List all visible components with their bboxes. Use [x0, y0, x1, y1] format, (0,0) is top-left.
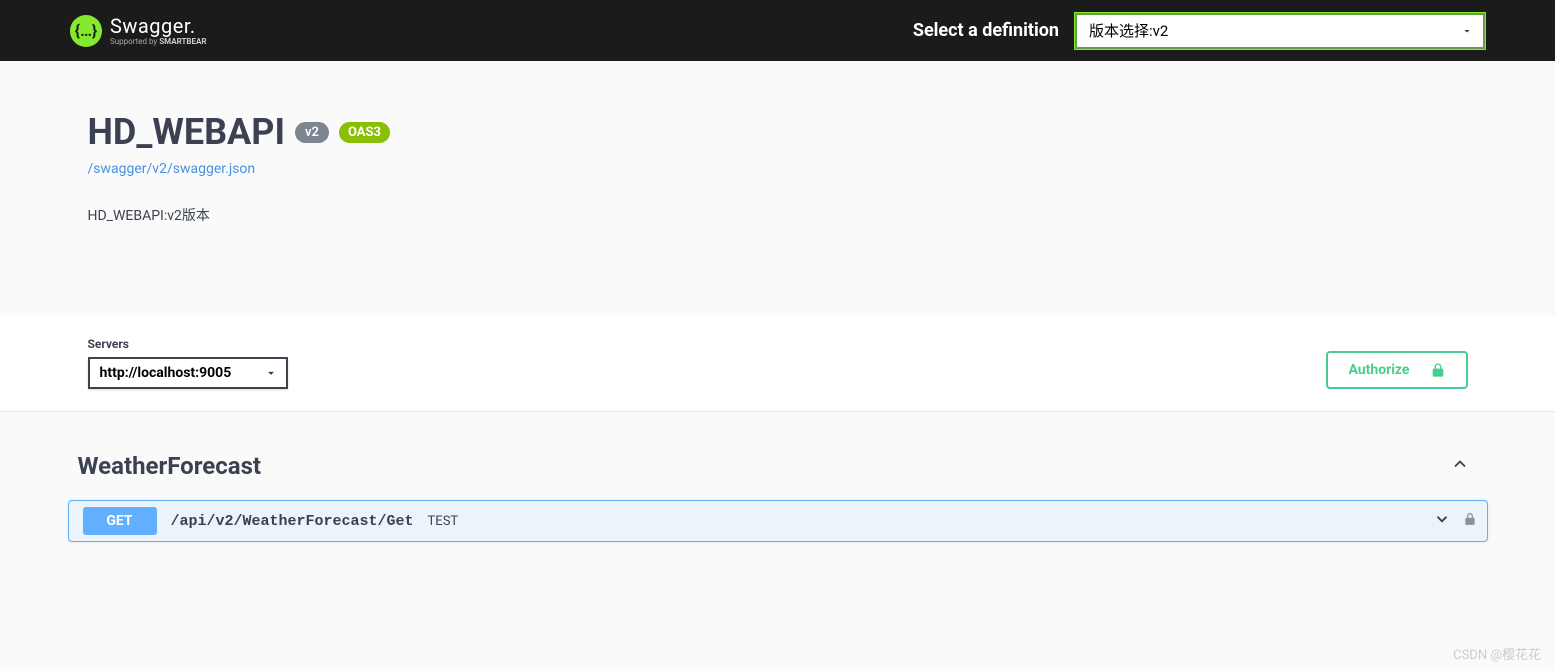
chevron-up-icon: [1450, 454, 1488, 478]
scheme-section: Servers http://localhost:9005 Authorize: [0, 315, 1555, 412]
tag-weatherforecast[interactable]: WeatherForecast: [68, 442, 1488, 490]
definition-select[interactable]: 版本选择:v2: [1075, 13, 1485, 49]
topbar: {…} Swagger. Supported by SMARTBEAR Sele…: [0, 0, 1555, 61]
operation-get-weatherforecast[interactable]: GET /api/v2/WeatherForecast/Get TEST: [68, 500, 1488, 542]
api-title: HD_WEBAPI v2 OAS3: [88, 111, 1468, 153]
api-info: HD_WEBAPI v2 OAS3 /swagger/v2/swagger.js…: [88, 61, 1468, 255]
oas-badge: OAS3: [339, 122, 390, 143]
swagger-logo[interactable]: {…} Swagger. Supported by SMARTBEAR: [70, 15, 207, 47]
lock-icon: [1430, 361, 1446, 379]
tag-name: WeatherForecast: [78, 452, 262, 480]
operation-summary: TEST: [428, 514, 459, 529]
authorize-button[interactable]: Authorize: [1326, 351, 1467, 389]
logo-subtext: Supported by SMARTBEAR: [110, 38, 207, 46]
chevron-down-icon[interactable]: [1433, 510, 1451, 532]
method-badge: GET: [83, 507, 157, 535]
operation-path: /api/v2/WeatherForecast/Get: [171, 513, 414, 530]
spec-url-link[interactable]: /swagger/v2/swagger.json: [88, 161, 256, 177]
lock-icon[interactable]: [1463, 511, 1477, 531]
swagger-logo-icon: {…}: [70, 15, 102, 47]
watermark: CSDN @樱花花: [1453, 644, 1541, 663]
version-badge: v2: [295, 122, 329, 143]
definition-selector-group: Select a definition 版本选择:v2: [913, 13, 1485, 49]
select-definition-label: Select a definition: [913, 20, 1059, 41]
api-description: HD_WEBAPI:v2版本: [88, 205, 1468, 225]
servers-select[interactable]: http://localhost:9005: [88, 357, 288, 389]
servers-label: Servers: [88, 337, 288, 351]
servers-group: Servers http://localhost:9005: [88, 337, 288, 389]
logo-text: Swagger.: [110, 16, 207, 36]
